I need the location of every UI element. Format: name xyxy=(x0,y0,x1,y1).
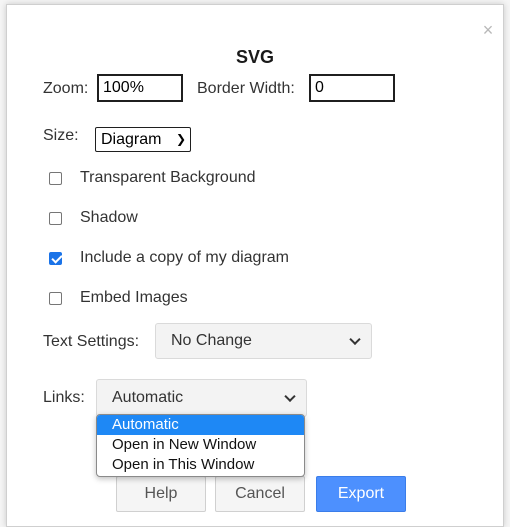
dialog-title: SVG xyxy=(235,47,274,67)
chevron-down-icon: ❯ xyxy=(175,132,186,146)
include-copy-checkbox[interactable] xyxy=(49,251,62,265)
shadow-label: Shadow xyxy=(80,209,138,226)
links-option-this-window[interactable]: Open in This Window xyxy=(97,455,304,475)
border-width-input[interactable] xyxy=(309,74,395,102)
embed-images-label: Embed Images xyxy=(80,289,188,306)
option-shadow[interactable]: Shadow xyxy=(49,207,138,229)
embed-images-checkbox[interactable] xyxy=(49,291,62,305)
include-copy-label: Include a copy of my diagram xyxy=(80,249,289,266)
size-select-value: Diagram xyxy=(101,131,162,148)
chevron-down-icon xyxy=(349,333,361,346)
transparent-background-label: Transparent Background xyxy=(80,169,256,186)
size-select[interactable]: Diagram ❯ xyxy=(95,127,191,152)
cancel-button[interactable]: Cancel xyxy=(215,476,305,512)
export-button[interactable]: Export xyxy=(316,476,406,512)
option-transparent-background[interactable]: Transparent Background xyxy=(49,167,256,189)
text-settings-value: No Change xyxy=(171,332,252,349)
links-select-value: Automatic xyxy=(112,389,184,406)
zoom-input[interactable] xyxy=(97,74,183,102)
help-button[interactable]: Help xyxy=(116,476,206,512)
links-label: Links: xyxy=(43,389,85,406)
zoom-label: Zoom: xyxy=(43,80,89,97)
links-select[interactable]: Automatic xyxy=(96,379,307,417)
text-settings-label: Text Settings: xyxy=(43,333,140,350)
option-embed-images[interactable]: Embed Images xyxy=(49,287,188,309)
close-icon[interactable]: × xyxy=(481,21,495,39)
border-width-label: Border Width: xyxy=(197,80,295,97)
size-label: Size: xyxy=(43,127,79,144)
chevron-down-icon xyxy=(284,390,296,403)
links-option-new-window[interactable]: Open in New Window xyxy=(97,435,304,455)
shadow-checkbox[interactable] xyxy=(49,211,62,225)
links-option-automatic[interactable]: Automatic xyxy=(97,415,304,435)
text-settings-select[interactable]: No Change xyxy=(155,323,372,359)
option-include-copy[interactable]: Include a copy of my diagram xyxy=(49,247,289,269)
transparent-background-checkbox[interactable] xyxy=(49,171,62,185)
links-dropdown-list: Automatic Open in New Window Open in Thi… xyxy=(96,414,305,477)
